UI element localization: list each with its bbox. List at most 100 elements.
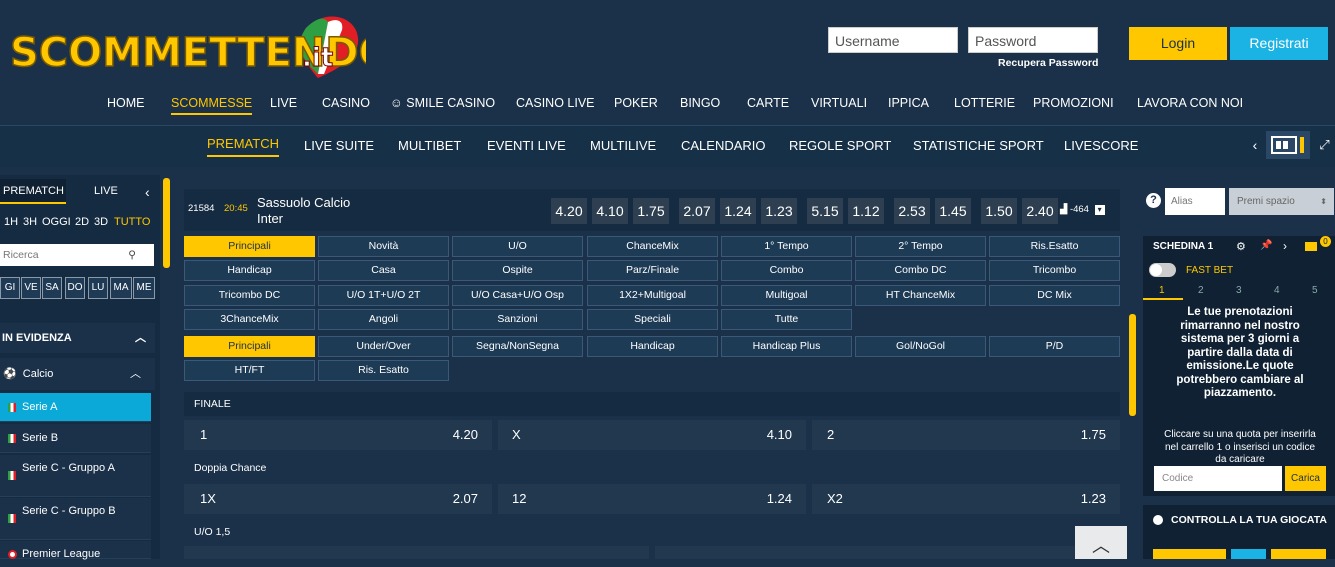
league-serie-a[interactable]: Serie A xyxy=(0,393,151,422)
help-icon[interactable]: ? xyxy=(1146,193,1161,208)
nav-promozioni[interactable]: PROMOZIONI xyxy=(1033,96,1114,110)
subnav-statistiche-sport[interactable]: STATISTICHE SPORT xyxy=(913,138,1044,153)
nav-casino-live[interactable]: CASINO LIVE xyxy=(516,96,595,110)
filter-3h[interactable]: 3H xyxy=(23,216,37,228)
register-button[interactable]: Registrati xyxy=(1230,27,1328,60)
odd-cell[interactable]: 4.20 xyxy=(551,198,587,224)
day-do[interactable]: DO xyxy=(65,277,85,299)
league-serie-c-a[interactable]: Serie C - Gruppo A xyxy=(0,455,151,497)
league-premier[interactable]: Premier League xyxy=(0,541,151,560)
market-subtab[interactable]: Principali xyxy=(184,336,315,357)
day-ma[interactable]: MA xyxy=(110,277,132,299)
day-lu[interactable]: LU xyxy=(88,277,108,299)
league-serie-b[interactable]: Serie B xyxy=(0,424,151,453)
league-serie-c-b[interactable]: Serie C - Gruppo B xyxy=(0,498,151,540)
market-tab[interactable]: Tutte xyxy=(721,309,852,330)
load-button[interactable]: Carica xyxy=(1285,466,1326,491)
market-subtab[interactable]: Handicap xyxy=(587,336,718,357)
market-tab[interactable]: HT ChanceMix xyxy=(855,285,986,306)
market-tab[interactable]: U/O xyxy=(452,236,583,257)
nav-scommesse[interactable]: SCOMMESSE xyxy=(171,96,253,115)
nav-home[interactable]: HOME xyxy=(107,96,145,110)
collapse-left-icon[interactable]: ‹ xyxy=(145,184,150,200)
step-2[interactable]: 2 xyxy=(1198,285,1204,296)
sport-calcio[interactable]: ⚽ Calcio ︿ xyxy=(0,358,155,390)
outcome-cell[interactable]: 2 1.75 xyxy=(812,420,1120,450)
market-subtab[interactable]: HT/FT xyxy=(184,360,315,381)
market-tab[interactable]: Multigoal xyxy=(721,285,852,306)
market-tab[interactable]: Combo DC xyxy=(855,260,986,281)
market-tab[interactable]: 1X2+Multigoal xyxy=(587,285,718,306)
search-input[interactable]: Ricerca ⚲ xyxy=(0,244,154,266)
market-subtab[interactable]: Segna/NonSegna xyxy=(452,336,583,357)
nav-live[interactable]: LIVE xyxy=(270,96,297,110)
market-tab[interactable]: Principali xyxy=(184,236,315,257)
nav-smile-casino[interactable]: ☺ SMILE CASINO xyxy=(390,96,495,110)
nav-casino[interactable]: CASINO xyxy=(322,96,370,110)
subnav-multibet[interactable]: MULTIBET xyxy=(398,138,461,153)
market-tab[interactable]: Sanzioni xyxy=(452,309,583,330)
odd-cell[interactable]: 2.07 xyxy=(679,198,715,224)
step-1[interactable]: 1 xyxy=(1159,285,1165,296)
market-tab[interactable]: Tricombo DC xyxy=(184,285,315,306)
bet-id-input[interactable] xyxy=(1153,549,1226,559)
radio-icon[interactable] xyxy=(1153,515,1163,525)
scroll-top-button[interactable]: ︿ xyxy=(1075,526,1127,559)
premi-spazio-button[interactable]: Premi spazio ⬍ xyxy=(1229,188,1334,215)
cart-icon[interactable] xyxy=(1305,242,1317,251)
left-tab-live[interactable]: LIVE xyxy=(94,185,118,197)
filter-tutto[interactable]: TUTTO xyxy=(114,216,150,228)
market-tab[interactable]: Parz/Finale xyxy=(587,260,718,281)
password-input[interactable]: Password xyxy=(968,27,1098,53)
filter-oggi[interactable]: OGGI xyxy=(42,216,71,228)
odd-cell[interactable]: 4.10 xyxy=(592,198,628,224)
recover-password-link[interactable]: Recupera Password xyxy=(998,57,1098,69)
subnav-calendario[interactable]: CALENDARIO xyxy=(681,138,766,153)
market-tab[interactable]: Ris.Esatto xyxy=(989,236,1120,257)
odd-cell[interactable]: 1.12 xyxy=(848,198,884,224)
market-tab[interactable]: Combo xyxy=(721,260,852,281)
market-subtab[interactable]: Ris. Esatto xyxy=(318,360,449,381)
market-tab[interactable]: 1° Tempo xyxy=(721,236,852,257)
market-tab[interactable]: 3ChanceMix xyxy=(184,309,315,330)
subnav-multilive[interactable]: MULTILIVE xyxy=(590,138,656,153)
pin-icon[interactable]: 📌 xyxy=(1260,240,1272,251)
market-subtab[interactable]: Gol/NoGol xyxy=(855,336,986,357)
nav-poker[interactable]: POKER xyxy=(614,96,658,110)
left-scrollbar[interactable] xyxy=(163,178,170,268)
login-button[interactable]: Login xyxy=(1129,27,1227,60)
filter-3d[interactable]: 3D xyxy=(94,216,108,228)
search-bet-button[interactable] xyxy=(1231,549,1266,559)
nav-carte[interactable]: CARTE xyxy=(747,96,789,110)
left-tab-prematch[interactable]: PREMATCH xyxy=(0,179,66,204)
market-tab[interactable]: U/O Casa+U/O Osp xyxy=(452,285,583,306)
outcome-cell[interactable] xyxy=(655,546,1120,559)
chevron-left-icon[interactable]: ‹ xyxy=(1245,131,1265,159)
alias-input[interactable]: Alias xyxy=(1165,188,1225,215)
market-tab[interactable]: Angoli xyxy=(318,309,449,330)
outcome-cell[interactable]: X 4.10 xyxy=(498,420,806,450)
market-tab[interactable]: ChanceMix xyxy=(587,236,718,257)
step-4[interactable]: 4 xyxy=(1274,285,1280,296)
market-tab[interactable]: Speciali xyxy=(587,309,718,330)
market-tab[interactable]: DC Mix xyxy=(989,285,1120,306)
chevron-right-icon[interactable]: › xyxy=(1283,239,1287,253)
odd-cell[interactable]: 1.24 xyxy=(720,198,756,224)
subnav-eventi-live[interactable]: EVENTI LIVE xyxy=(487,138,566,153)
filter-1h[interactable]: 1H xyxy=(4,216,18,228)
subnav-regole-sport[interactable]: REGOLE SPORT xyxy=(789,138,891,153)
day-gi[interactable]: GI xyxy=(0,277,20,299)
fast-bet-toggle[interactable] xyxy=(1149,263,1176,277)
subnav-livescore[interactable]: LIVESCORE xyxy=(1064,138,1138,153)
center-scrollbar[interactable] xyxy=(1129,314,1136,416)
nav-lavora-con-noi[interactable]: LAVORA CON NOI xyxy=(1137,96,1243,110)
market-tab[interactable]: Casa xyxy=(318,260,449,281)
site-logo[interactable]: SCOMMETTENDO .it xyxy=(6,8,393,80)
market-tab[interactable]: Ospite xyxy=(452,260,583,281)
subnav-prematch[interactable]: PREMATCH xyxy=(207,136,279,157)
odd-cell[interactable]: 1.75 xyxy=(633,198,669,224)
odd-cell[interactable]: 5.15 xyxy=(807,198,843,224)
market-subtab[interactable]: P/D xyxy=(989,336,1120,357)
market-tab[interactable]: 2° Tempo xyxy=(855,236,986,257)
odd-cell[interactable]: 1.23 xyxy=(761,198,797,224)
